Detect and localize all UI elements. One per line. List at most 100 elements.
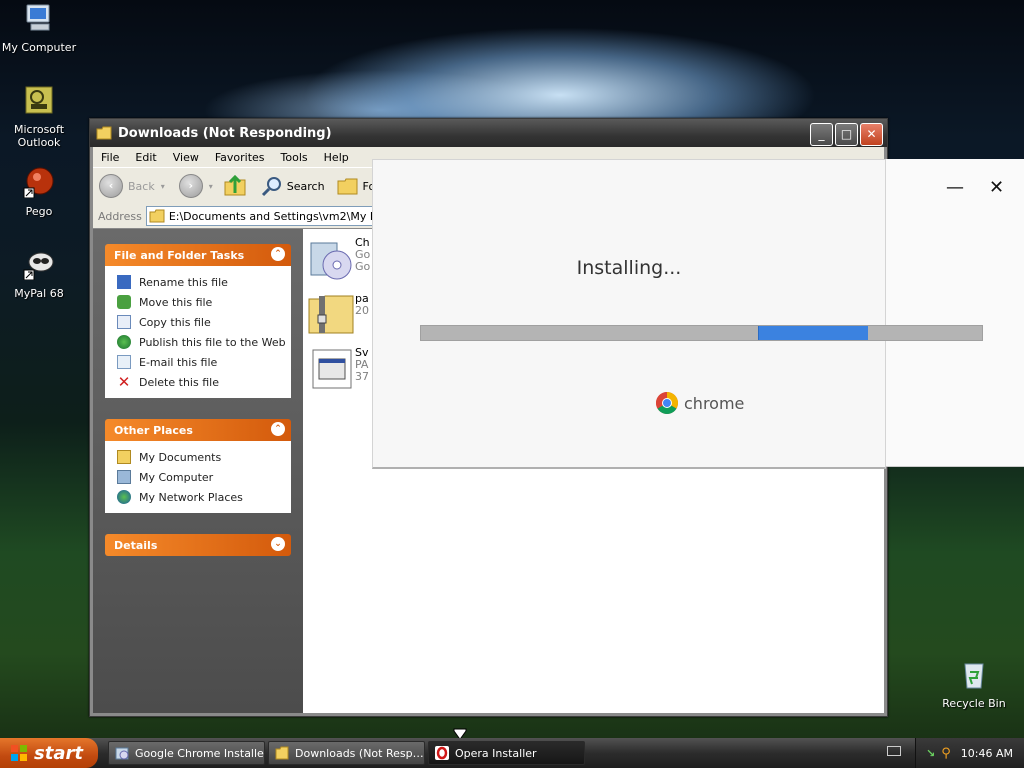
desktop-icon-label: MyPal 68 [14,287,64,300]
desktop-icon-recycle-bin[interactable]: Recycle Bin [935,658,1013,710]
windows-logo-icon [11,745,27,761]
file-detail: 20 [355,304,369,317]
file-detail: Go [355,260,371,273]
menu-edit[interactable]: Edit [127,151,164,164]
window-titlebar[interactable]: Downloads (Not Responding) [90,119,887,147]
chrome-installer-dialog: Installing... chrome [372,159,983,469]
menu-view[interactable]: View [165,151,207,164]
task-publish[interactable]: Publish this file to the Web [117,332,291,352]
up-folder-button[interactable] [223,175,247,197]
search-icon [261,177,281,197]
start-button[interactable]: start [0,738,98,768]
menu-help[interactable]: Help [316,151,357,164]
address-label: Address [98,209,142,223]
task-label: Move this file [139,295,213,309]
folders-icon [337,178,358,195]
file-tasks-panel: File and Folder Tasks ⌃ Rename this file… [105,244,291,398]
computer-icon [117,470,131,484]
desktop-icon-label: Microsoft Outlook [13,123,65,149]
menu-file[interactable]: File [93,151,127,164]
forward-arrow-icon: › [178,174,203,198]
folder-icon [96,126,112,140]
opera-icon [435,746,449,760]
folder-icon [275,746,289,760]
task-rename[interactable]: Rename this file [117,272,291,292]
file-item[interactable]: Sv PA 37 [307,347,369,391]
close-button[interactable]: ✕ [860,123,883,146]
menu-tools[interactable]: Tools [273,151,316,164]
other-places-title: Other Places [114,423,193,437]
keyboard-icon[interactable] [887,746,901,756]
network-tray-icon[interactable]: ↘ [926,747,935,760]
task-copy[interactable]: Copy this file [117,312,291,332]
chrome-logo-icon [656,392,678,414]
back-label: Back [128,179,155,193]
task-label: Publish this file to the Web [139,335,286,349]
desktop-icon-mypal[interactable]: MyPal 68 [0,248,78,300]
details-header[interactable]: Details ⌄ [105,534,291,556]
file-tasks-title: File and Folder Tasks [114,248,245,262]
globe-icon [117,335,131,349]
file-item[interactable]: pa 20 [307,293,369,337]
file-detail: 37 [355,370,369,383]
dropdown-arrow-icon: ▾ [208,181,213,191]
collapse-chevron-icon[interactable]: ⌃ [271,247,285,261]
place-network[interactable]: My Network Places [117,487,291,507]
my-computer-icon [26,4,50,31]
desktop-icon-label: Pego [25,205,53,218]
desktop-icon-label: Recycle Bin [942,697,1006,710]
menu-favorites[interactable]: Favorites [207,151,273,164]
network-icon [117,490,131,504]
task-move[interactable]: Move this file [117,292,291,312]
place-my-documents[interactable]: My Documents [117,447,291,467]
clock[interactable]: 10:46 AM [961,747,1013,760]
collapse-chevron-icon[interactable]: ⌃ [271,422,285,436]
zip-folder-icon [308,295,354,334]
move-icon [117,295,131,309]
chrome-brand: chrome [655,391,744,415]
taskbar-button-downloads[interactable]: Downloads (Not Resp… [268,741,425,765]
window-title: Downloads (Not Responding) [118,125,332,141]
installing-status: Installing... [576,257,682,279]
installer-minimize-button[interactable]: — [946,177,964,198]
pego-icon [23,167,54,199]
folders-button[interactable]: Fo [337,176,375,196]
delete-x-icon: ✕ [117,373,131,391]
copy-icon [117,315,131,329]
progress-bar [420,325,983,341]
desktop-icon-outlook[interactable]: Microsoft Outlook [0,84,78,149]
taskbar-button-opera-installer[interactable]: Opera Installer [428,741,585,765]
start-label: start [34,742,83,764]
outlook-icon [25,86,53,114]
desktop-icon-my-computer[interactable]: My Computer [0,2,78,54]
file-tasks-header[interactable]: File and Folder Tasks ⌃ [105,244,291,266]
progress-indicator [757,326,868,340]
taskbar: start Google Chrome Installer Downloads … [0,738,1024,768]
maximize-button[interactable]: □ [835,123,858,146]
installer-close-button[interactable]: ✕ [989,177,1004,198]
place-label: My Documents [139,450,222,464]
brand-label: chrome [684,393,745,413]
task-email[interactable]: E-mail this file [117,352,291,372]
folder-icon [149,209,165,223]
search-button[interactable]: Search [261,175,325,197]
task-delete[interactable]: ✕ Delete this file [117,372,291,392]
place-my-computer[interactable]: My Computer [117,467,291,487]
place-label: My Computer [139,470,214,484]
minimize-button[interactable]: _ [810,123,833,146]
dropdown-arrow-icon: ▾ [160,181,165,191]
installer-window-extension: — ✕ [886,159,1024,467]
task-label: Rename this file [139,275,228,289]
file-item[interactable]: Ch Go Go [307,237,370,281]
rename-icon [117,275,131,289]
details-panel: Details ⌄ [105,534,291,556]
desktop-icon-pego[interactable]: Pego [0,166,78,218]
expand-chevron-icon[interactable]: ⌄ [271,537,285,551]
search-tray-icon[interactable]: ⚲ [941,746,951,761]
back-button[interactable]: ‹ Back ▾ [99,174,165,198]
taskbar-button-chrome-installer[interactable]: Google Chrome Installer [108,741,265,765]
other-places-header[interactable]: Other Places ⌃ [105,419,291,441]
place-label: My Network Places [139,490,243,504]
forward-button[interactable]: › ▾ [178,174,213,198]
up-folder-icon [224,175,246,196]
